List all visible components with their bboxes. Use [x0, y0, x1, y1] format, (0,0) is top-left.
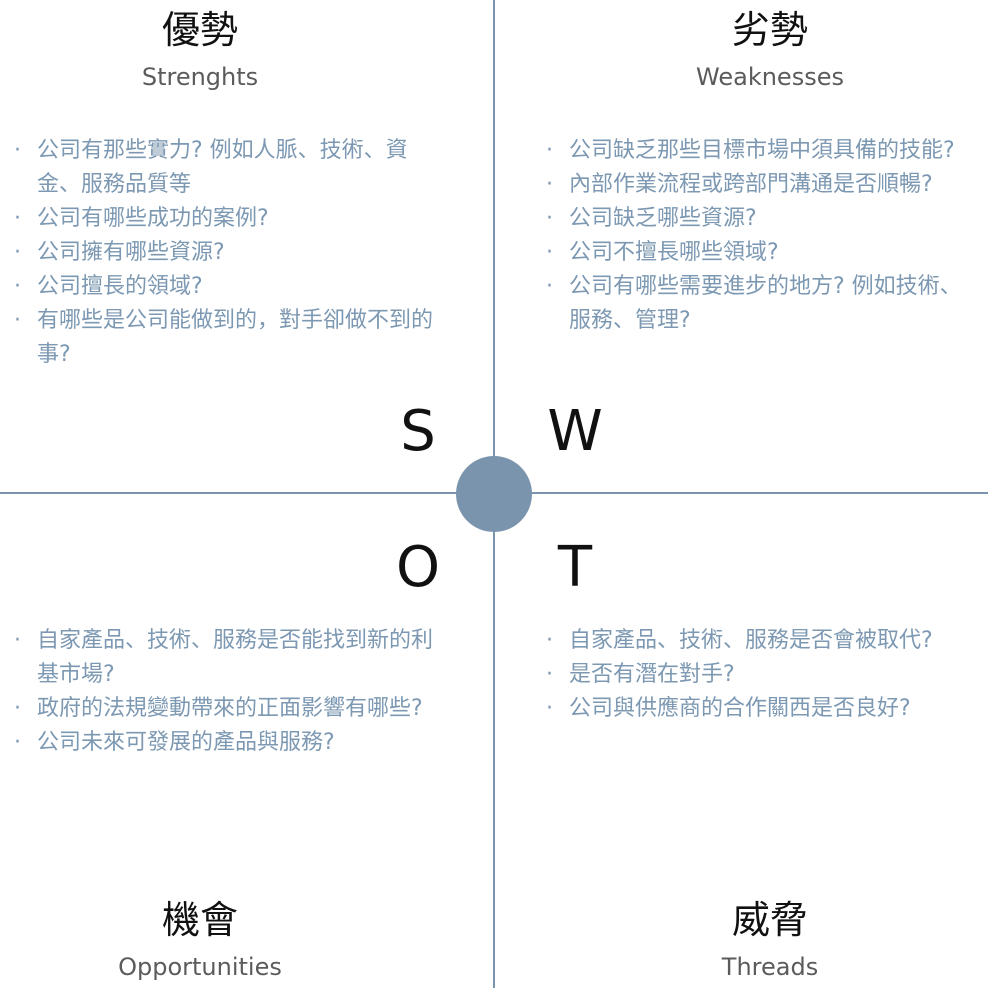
list-item: 有哪些是公司能做到的，對手卻做不到的事? [14, 304, 444, 372]
weaknesses-title: 劣勢 [731, 8, 808, 52]
opportunities-title: 機會 [161, 898, 238, 942]
list-item: 公司與供應商的合作關西是否良好? [546, 692, 982, 726]
list-item: 公司擁有哪些資源? [14, 236, 444, 270]
list-item: 是否有潛在對手? [546, 658, 982, 692]
list-item: 公司有哪些成功的案例? [14, 202, 444, 236]
list-item: 內部作業流程或跨部門溝通是否順暢? [546, 168, 982, 202]
letter-s: S [400, 399, 436, 464]
list-item: 公司缺乏那些目標市場中須具備的技能? [546, 134, 982, 168]
list-item: 公司不擅長哪些領域? [546, 236, 982, 270]
list-item: 公司擅長的領域? [14, 270, 444, 304]
threats-list: 自家產品、技術、服務是否會被取代? 是否有潛在對手? 公司與供應商的合作關西是否… [546, 624, 982, 726]
list-item: 自家產品、技術、服務是否會被取代? [546, 624, 982, 658]
list-item: 自家產品、技術、服務是否能找到新的利基市場? [14, 624, 452, 692]
weaknesses-subtitle: Weaknesses [696, 63, 844, 91]
weaknesses-list: 公司缺乏那些目標市場中須具備的技能? 內部作業流程或跨部門溝通是否順暢? 公司缺… [546, 134, 982, 338]
center-circle [456, 456, 532, 532]
letter-o: O [395, 535, 441, 600]
list-item: 公司缺乏哪些資源? [546, 202, 982, 236]
list-item: 公司有那些實力? 例如人脈、技術、資金、服務品質等 [14, 134, 444, 202]
list-item: 公司有哪些需要進步的地方? 例如技術、服務、管理? [546, 270, 982, 338]
threats-title: 威脅 [731, 898, 808, 942]
list-item: 政府的法規變動帶來的正面影響有哪些? [14, 692, 452, 726]
opportunities-list: 自家產品、技術、服務是否能找到新的利基市場? 政府的法規變動帶來的正面影響有哪些… [14, 624, 452, 760]
opportunities-subtitle: Opportunities [118, 953, 282, 981]
threats-subtitle: Threads [721, 953, 819, 981]
strengths-subtitle: Strenghts [141, 63, 259, 91]
letter-t: T [557, 535, 593, 600]
strengths-title: 優勢 [161, 8, 238, 52]
list-item: 公司未來可發展的產品與服務? [14, 726, 452, 760]
strengths-list: 公司有那些實力? 例如人脈、技術、資金、服務品質等 公司有哪些成功的案例? 公司… [14, 134, 444, 372]
letter-w: W [547, 399, 603, 464]
